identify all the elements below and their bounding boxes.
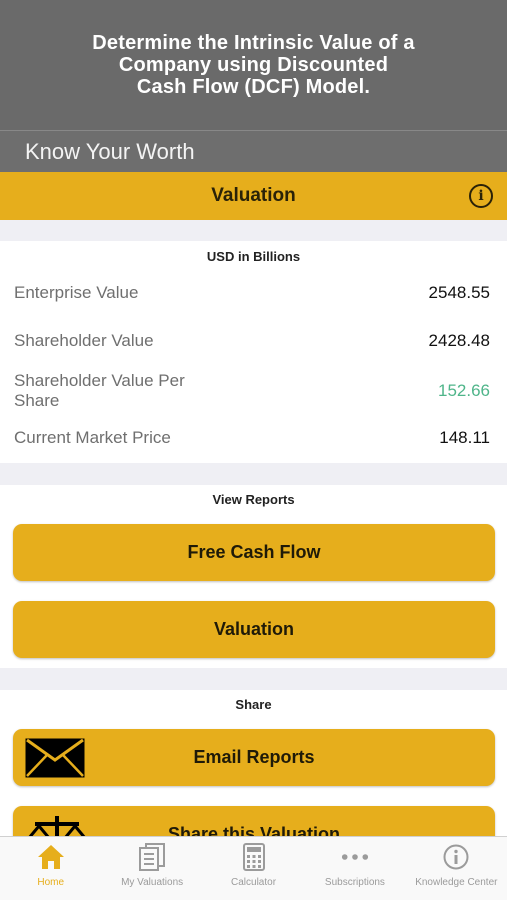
share-card: Share Email Reports Share this Valuation [0, 690, 507, 840]
share-valuation-button[interactable]: Share this Valuation [13, 806, 495, 840]
valuation-report-button[interactable]: Valuation [13, 601, 495, 658]
row-label: Shareholder Value [14, 331, 154, 350]
row-label: Enterprise Value [14, 283, 139, 302]
row-value: 2428.48 [428, 331, 490, 350]
app-header: Know Your Worth [0, 130, 507, 172]
nav-bar: Valuation i [0, 172, 507, 220]
units-label: USD in Billions [206, 249, 301, 264]
tab-my-valuations[interactable]: My Valuations [101, 837, 202, 900]
tab-knowledge-center[interactable]: Knowledge Center [406, 837, 507, 900]
email-reports-button[interactable]: Email Reports [13, 729, 495, 786]
documents-icon [138, 843, 166, 871]
tab-label: Home [37, 877, 65, 888]
tab-label: My Valuations [121, 877, 184, 888]
home-icon [37, 843, 65, 871]
tab-subscriptions[interactable]: Subscriptions [304, 837, 405, 900]
more-dots-icon [341, 843, 369, 871]
tab-label: Knowledge Center [415, 877, 498, 888]
row-value: 148.11 [439, 428, 490, 447]
tab-label: Subscriptions [324, 877, 385, 888]
value-row-market-price: Current Market Price 148.11 [14, 428, 490, 448]
reports-section-title: View Reports [212, 492, 295, 507]
valuation-summary-card: USD in Billions Enterprise Value 2548.55… [0, 241, 507, 463]
info-icon [442, 843, 470, 871]
value-row-per-share: Shareholder Value Per Share 152.66 [14, 371, 490, 411]
email-reports-label: Email Reports [193, 747, 315, 767]
info-circle-icon[interactable]: i [469, 184, 493, 208]
reports-card: View Reports Free Cash Flow Valuation [0, 485, 507, 668]
tab-bar: Home My Valuations Calculator Subscripti… [0, 836, 507, 900]
row-label: Current Market Price [14, 428, 171, 447]
value-row-enterprise: Enterprise Value 2548.55 [14, 283, 490, 303]
row-value: 152.66 [438, 381, 490, 400]
value-row-shareholder: Shareholder Value 2428.48 [14, 331, 490, 351]
page-title: Valuation [211, 185, 296, 206]
app-title: Know Your Worth [25, 138, 195, 164]
envelope-icon [25, 738, 85, 783]
row-label: Shareholder Value Per Share [14, 371, 185, 410]
calculator-icon [240, 843, 268, 871]
tab-label: Calculator [231, 877, 277, 888]
free-cash-flow-button[interactable]: Free Cash Flow [13, 524, 495, 581]
promo-banner: Determine the Intrinsic Value of a Compa… [0, 0, 507, 130]
row-value: 2548.55 [428, 283, 490, 302]
tab-home[interactable]: Home [0, 837, 101, 900]
promo-text: Determine the Intrinsic Value of a Compa… [92, 32, 415, 98]
share-section-title: Share [235, 697, 272, 712]
tab-calculator[interactable]: Calculator [203, 837, 304, 900]
